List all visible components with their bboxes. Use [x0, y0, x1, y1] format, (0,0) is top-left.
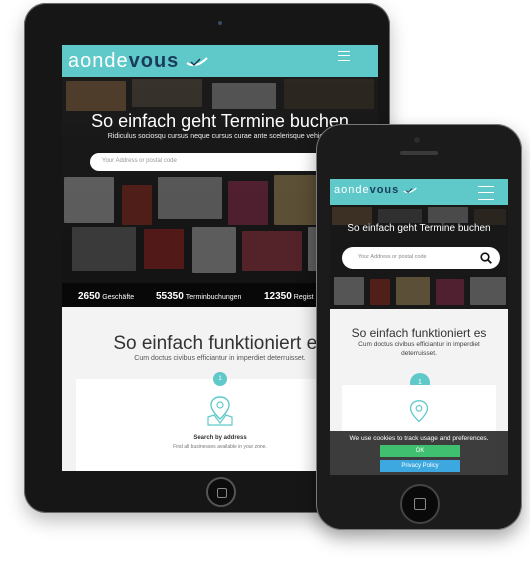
swoosh-icon — [186, 57, 208, 66]
phone-camera — [414, 137, 420, 143]
step-number-badge: 1 — [213, 372, 227, 386]
stat-shops: 2650 Geschäfte — [78, 291, 135, 302]
stat-bookings: 55350 Terminbuchungen — [156, 291, 242, 302]
phone-how-subtitle: Cum doctus civibus efficiantur in imperd… — [358, 341, 480, 357]
phone-device: aondevous So einfach geht Termine buchen… — [316, 124, 522, 530]
phone-menu-icon[interactable] — [478, 186, 494, 200]
privacy-policy-button[interactable]: Privacy Policy — [380, 460, 460, 472]
cookie-banner: We use cookies to track usage and prefer… — [330, 431, 508, 475]
phone-how-section: So einfach funktioniert es Cum doctus ci… — [330, 309, 508, 475]
stat-registrations: 12350 Regist — [264, 291, 314, 302]
search-icon[interactable] — [480, 252, 492, 264]
map-pin-icon — [409, 400, 429, 423]
phone-how-title: So einfach funktioniert es — [351, 326, 487, 340]
cookie-ok-button[interactable]: OK — [380, 445, 460, 457]
phone-search-input[interactable]: Your Address or postal code — [342, 247, 500, 269]
cookie-text: We use cookies to track usage and prefer… — [349, 435, 489, 442]
phone-search-placeholder: Your Address or postal code — [358, 254, 427, 260]
tablet-search-input[interactable]: Your Address or postal code — [90, 153, 340, 171]
phone-speaker — [400, 151, 438, 155]
phone-hero: So einfach geht Termine buchen Your Addr… — [330, 205, 508, 309]
phone-screen: aondevous So einfach geht Termine buchen… — [330, 179, 508, 475]
tablet-navbar: aondevous — [62, 45, 378, 77]
tablet-search-placeholder: Your Address or postal code — [102, 158, 177, 164]
tablet-camera — [218, 21, 222, 25]
phone-hero-title: So einfach geht Termine buchen — [347, 223, 491, 234]
phone-navbar: aondevous — [330, 179, 508, 205]
tablet-logo[interactable]: aondevous — [68, 50, 208, 73]
phone-logo[interactable]: aondevous — [334, 184, 418, 196]
tablet-home-button[interactable] — [206, 477, 236, 507]
phone-home-button[interactable] — [400, 484, 440, 524]
tablet-menu-icon[interactable] — [338, 51, 350, 61]
swoosh-icon — [403, 187, 418, 193]
map-pin-icon — [207, 396, 233, 426]
